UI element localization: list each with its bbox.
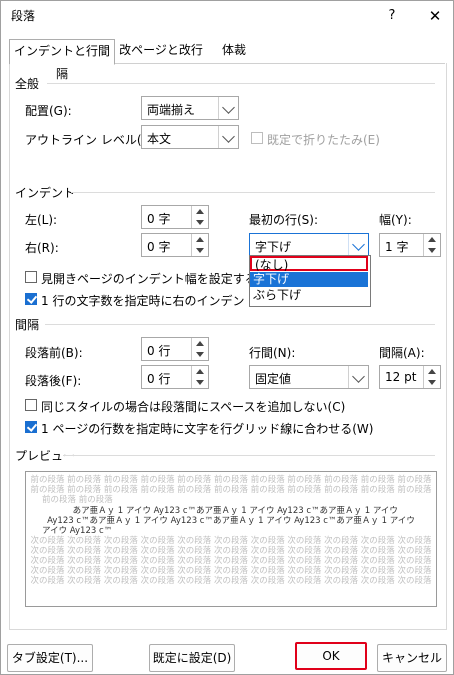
line-spacing-select[interactable]: 固定値 [249,365,369,389]
paragraph-dialog: 段落 ? ✕ インデントと行間隔 改ページと改行 体裁 全般 配置(G): 両端… [0,0,454,675]
outline-level-select[interactable]: 本文 [141,125,239,149]
ok-button[interactable]: OK [295,642,367,670]
first-line-value: 字下げ [255,240,292,254]
width-spinner[interactable]: 1 字 [379,233,441,257]
spacing-before-spinner[interactable]: 0 行 [141,337,209,361]
general-divider [47,83,435,84]
spin-up-icon[interactable] [192,206,208,217]
preview-divider [63,455,435,456]
chevron-down-icon [218,126,238,148]
preview-prev-line: 前の段落 前の段落 [42,495,113,505]
spin-up-icon[interactable] [192,234,208,245]
snap-to-grid-label: 1 ページの行数を指定時に文字を行グリッド線に合わせる(W) [41,422,374,436]
outline-level-value: 本文 [147,132,172,146]
option-hanging[interactable]: ぶら下げ [250,288,368,303]
indent-left-label: 左(L): [25,213,58,227]
set-default-button[interactable]: 既定に設定(D) [149,644,235,672]
spin-up-icon[interactable] [192,338,208,349]
first-line-label: 最初の行(S): [249,213,319,227]
alignment-label: 配置(G): [25,104,72,118]
spin-down-icon[interactable] [192,245,208,256]
tab-line-page-breaks[interactable]: 改ページと改行 [115,39,207,63]
option-none[interactable]: (なし) [250,256,368,272]
first-line-dropdown-list: (なし) 字下げ ぶら下げ [249,255,371,307]
spacing-at-value: 12 pt [385,370,417,384]
spacing-before-label: 段落前(B): [25,346,83,360]
indent-left-spinner[interactable]: 0 字 [141,205,209,229]
spacing-after-spinner[interactable]: 0 行 [141,365,209,389]
spin-down-icon[interactable] [192,377,208,388]
tabs-button[interactable]: タブ設定(T)... [7,644,93,672]
indent-right-spinner[interactable]: 0 字 [141,233,209,257]
snap-to-grid-checkbox[interactable] [25,421,37,433]
option-first-line[interactable]: 字下げ [250,272,368,287]
mirror-indents-label: 見開きページのインデント幅を設定する(M) [41,272,277,286]
general-heading: 全般 [15,77,40,91]
spacing-divider [45,324,435,325]
alignment-value: 両端揃え [147,103,196,117]
spin-up-icon[interactable] [424,234,440,245]
chevron-down-icon [348,234,368,256]
outline-level-label: アウトライン レベル(O): [25,133,160,147]
no-space-checkbox[interactable] [25,399,37,411]
cancel-button[interactable]: キャンセル [377,644,447,672]
chevron-down-icon [348,366,368,388]
spacing-at-spinner[interactable]: 12 pt [379,365,441,389]
help-button[interactable]: ? [381,5,403,27]
spin-down-icon[interactable] [192,349,208,360]
width-value: 1 字 [385,240,409,254]
dialog-title: 段落 [11,9,36,23]
indent-left-value: 0 字 [147,212,171,226]
indent-heading: インデント [15,186,76,200]
width-label: 幅(Y): [379,213,412,227]
indent-right-label: 右(R): [25,241,59,255]
spin-up-icon[interactable] [424,366,440,377]
indent-right-value: 0 字 [147,240,171,254]
spacing-after-label: 段落後(F): [25,374,82,388]
auto-adjust-checkbox[interactable] [25,293,37,305]
tab-typography[interactable]: 体裁 [211,39,257,63]
spin-up-icon[interactable] [192,366,208,377]
spacing-at-label: 間隔(A): [379,346,425,360]
auto-adjust-label: 1 行の文字数を指定時に右のインデント幅を自動調整する(D) [41,294,247,308]
chevron-down-icon [218,97,238,119]
preview-next-line: 次の段落 次の段落 次の段落 次の段落 次の段落 次の段落 次の段落 次の段落 … [30,576,432,586]
no-space-label: 同じスタイルの場合は段落間にスペースを追加しない(C) [41,400,346,414]
spin-down-icon[interactable] [424,377,440,388]
spacing-heading: 間隔 [15,318,40,332]
line-spacing-value: 固定値 [255,372,292,386]
collapsed-label: 既定で折りたたみ(E) [267,133,380,147]
alignment-select[interactable]: 両端揃え [141,96,239,120]
mirror-indents-checkbox[interactable] [25,271,37,283]
close-button[interactable]: ✕ [424,5,446,27]
spin-down-icon[interactable] [424,245,440,256]
first-line-select[interactable]: 字下げ [249,233,369,257]
tab-indents-spacing[interactable]: インデントと行間隔 [9,39,115,81]
collapsed-checkbox[interactable] [251,132,263,144]
spacing-before-value: 0 行 [147,344,171,358]
title-bar: 段落 ? ✕ [1,1,453,31]
spin-down-icon[interactable] [192,217,208,228]
line-spacing-label: 行間(N): [249,346,296,360]
spacing-after-value: 0 行 [147,372,171,386]
preview-pane: 前の段落 前の段落 前の段落 前の段落 前の段落 前の段落 前の段落 前の段落 … [25,471,437,607]
indent-divider [71,192,435,193]
